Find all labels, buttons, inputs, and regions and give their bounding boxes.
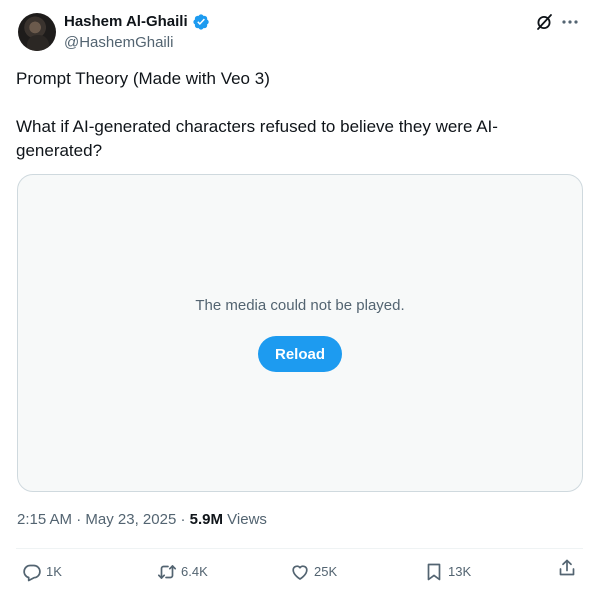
reply-icon (22, 562, 42, 582)
meta-separator: · (176, 511, 190, 528)
reply-button[interactable]: 1K (22, 558, 62, 586)
more-icon[interactable] (560, 12, 580, 32)
grok-icon[interactable] (534, 12, 554, 32)
share-button[interactable] (557, 558, 577, 578)
tweet-text-line2: What if AI-generated characters refused … (16, 117, 498, 160)
avatar[interactable] (18, 13, 56, 51)
like-button[interactable]: 25K (290, 558, 337, 586)
verified-badge-icon[interactable] (192, 13, 210, 31)
views-label: Views (227, 511, 267, 528)
tweet-date[interactable]: May 23, 2025 (85, 511, 176, 528)
like-icon (290, 562, 310, 582)
reply-count: 1K (46, 564, 62, 579)
tweet-text-line1: Prompt Theory (Made with Veo 3) (16, 69, 270, 88)
author-display-name[interactable]: Hashem Al-Ghaili (64, 12, 188, 32)
repost-count: 6.4K (181, 564, 208, 579)
media-error-message: The media could not be played. (195, 297, 405, 314)
meta-separator: · (72, 511, 86, 528)
author-name-row: Hashem Al-Ghaili (64, 12, 210, 32)
tweet-meta: 2:15 AM · May 23, 2025 · 5.9M Views (17, 510, 267, 530)
like-count: 25K (314, 564, 338, 579)
divider (16, 548, 583, 549)
share-icon (557, 558, 577, 578)
bookmark-count: 13K (448, 564, 472, 579)
bookmark-button[interactable]: 13K (424, 558, 471, 586)
action-bar: 1K 6.4K 25K 13K (0, 558, 599, 586)
bookmark-icon (424, 562, 444, 582)
views-count: 5.9M (189, 511, 223, 528)
repost-icon (157, 562, 177, 582)
repost-button[interactable]: 6.4K (157, 558, 208, 586)
media-container[interactable]: The media could not be played. Reload (17, 174, 583, 492)
tweet-top-actions (534, 12, 580, 32)
tweet-time[interactable]: 2:15 AM (17, 511, 72, 528)
reload-button[interactable]: Reload (258, 336, 342, 372)
author-handle[interactable]: @HashemGhaili (64, 33, 173, 53)
